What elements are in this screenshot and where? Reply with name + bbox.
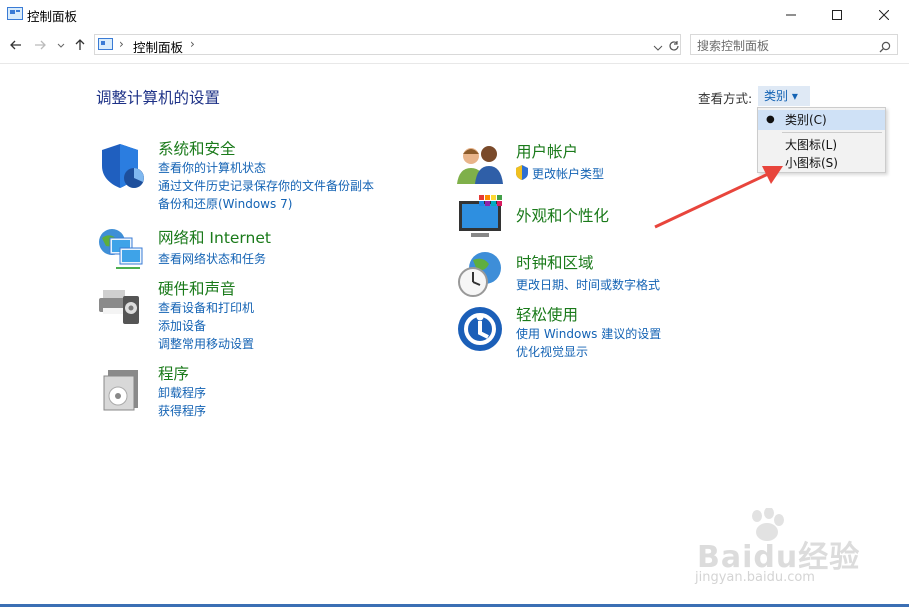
baidu-watermark: Baidu经验 jingyan.baidu.com xyxy=(695,508,895,598)
link-change-account-type[interactable]: 更改帐户类型 xyxy=(532,165,604,182)
uac-shield-icon xyxy=(516,165,528,180)
category-system-security[interactable]: 系统和安全 xyxy=(158,137,236,159)
link-network-status[interactable]: 查看网络状态和任务 xyxy=(158,250,266,267)
category-appearance[interactable]: 外观和个性化 xyxy=(516,204,609,226)
menu-item-large-icons[interactable]: 大图标(L) xyxy=(758,135,885,155)
menu-item-category-label: 类别(C) xyxy=(785,113,827,127)
link-uninstall-program[interactable]: 卸载程序 xyxy=(158,384,206,401)
category-ease-of-access[interactable]: 轻松使用 xyxy=(516,303,578,325)
programs-icon xyxy=(103,370,138,411)
up-button[interactable] xyxy=(71,36,89,54)
refresh-button[interactable] xyxy=(668,37,680,56)
link-check-computer-status[interactable]: 查看你的计算机状态 xyxy=(158,159,266,176)
link-devices-printers[interactable]: 查看设备和打印机 xyxy=(158,299,254,316)
menu-item-category[interactable]: ● 类别(C) xyxy=(758,110,885,130)
address-dropdown-button[interactable] xyxy=(653,38,663,57)
breadcrumb-control-panel[interactable]: 控制面板 xyxy=(133,37,183,56)
forward-arrow-icon xyxy=(35,40,46,50)
user-accounts-icon xyxy=(457,146,503,184)
link-file-history-backup[interactable]: 通过文件历史记录保存你的文件备份副本 xyxy=(158,177,374,194)
appearance-icon xyxy=(459,195,502,237)
chevron-down-icon xyxy=(653,45,663,51)
link-get-programs[interactable]: 获得程序 xyxy=(158,402,206,419)
link-change-date-time-format[interactable]: 更改日期、时间或数字格式 xyxy=(516,276,660,293)
shield-icon xyxy=(102,144,144,188)
category-hardware-sound[interactable]: 硬件和声音 xyxy=(158,277,236,299)
category-clock-region[interactable]: 时钟和区域 xyxy=(516,251,594,273)
search-placeholder: 搜索控制面板 xyxy=(697,39,770,53)
divider xyxy=(0,63,909,64)
control-panel-icon xyxy=(7,7,23,20)
back-button[interactable] xyxy=(7,36,25,54)
back-arrow-icon xyxy=(10,40,21,50)
search-button[interactable] xyxy=(879,38,891,57)
selected-dot-icon: ● xyxy=(766,114,775,125)
search-icon xyxy=(879,41,891,53)
control-panel-icon xyxy=(98,38,113,50)
up-arrow-icon xyxy=(75,39,85,50)
network-globe-icon xyxy=(99,229,143,269)
refresh-icon xyxy=(669,41,679,51)
link-optimize-visual-display[interactable]: 优化视觉显示 xyxy=(516,343,588,360)
breadcrumb-separator-end[interactable]: › xyxy=(190,37,195,51)
forward-button[interactable] xyxy=(31,36,49,54)
view-by-select[interactable]: 类别 ▾ xyxy=(758,86,810,106)
window-title: 控制面板 xyxy=(27,9,78,24)
annotation-arrow xyxy=(654,166,783,229)
category-network-internet[interactable]: 网络和 Internet xyxy=(158,226,271,248)
view-by-label: 查看方式: xyxy=(698,91,753,106)
menu-divider xyxy=(782,132,882,133)
link-backup-restore[interactable]: 备份和还原(Windows 7) xyxy=(158,195,292,212)
menu-item-large-icons-label: 大图标(L) xyxy=(785,138,838,152)
clock-globe-icon xyxy=(458,252,501,297)
link-windows-suggested-settings[interactable]: 使用 Windows 建议的设置 xyxy=(516,325,661,342)
link-mobility-settings[interactable]: 调整常用移动设置 xyxy=(158,335,254,352)
category-user-accounts[interactable]: 用户帐户 xyxy=(516,140,578,162)
minimize-icon xyxy=(786,14,796,16)
link-add-device[interactable]: 添加设备 xyxy=(158,317,206,334)
recent-locations-button[interactable] xyxy=(52,36,70,54)
maximize-button[interactable] xyxy=(814,0,860,30)
minimize-button[interactable] xyxy=(768,0,814,30)
page-title: 调整计算机的设置 xyxy=(96,89,221,107)
category-programs[interactable]: 程序 xyxy=(158,362,189,384)
printer-speaker-icon xyxy=(99,290,139,324)
chevron-down-icon xyxy=(57,43,65,48)
watermark-subtext: jingyan.baidu.com xyxy=(695,570,815,585)
close-icon xyxy=(879,10,889,20)
menu-item-small-icons-label: 小图标(S) xyxy=(785,156,838,170)
ease-of-access-icon xyxy=(458,307,502,351)
maximize-icon xyxy=(832,10,842,20)
breadcrumb-separator: › xyxy=(119,37,124,51)
close-button[interactable] xyxy=(861,0,907,30)
